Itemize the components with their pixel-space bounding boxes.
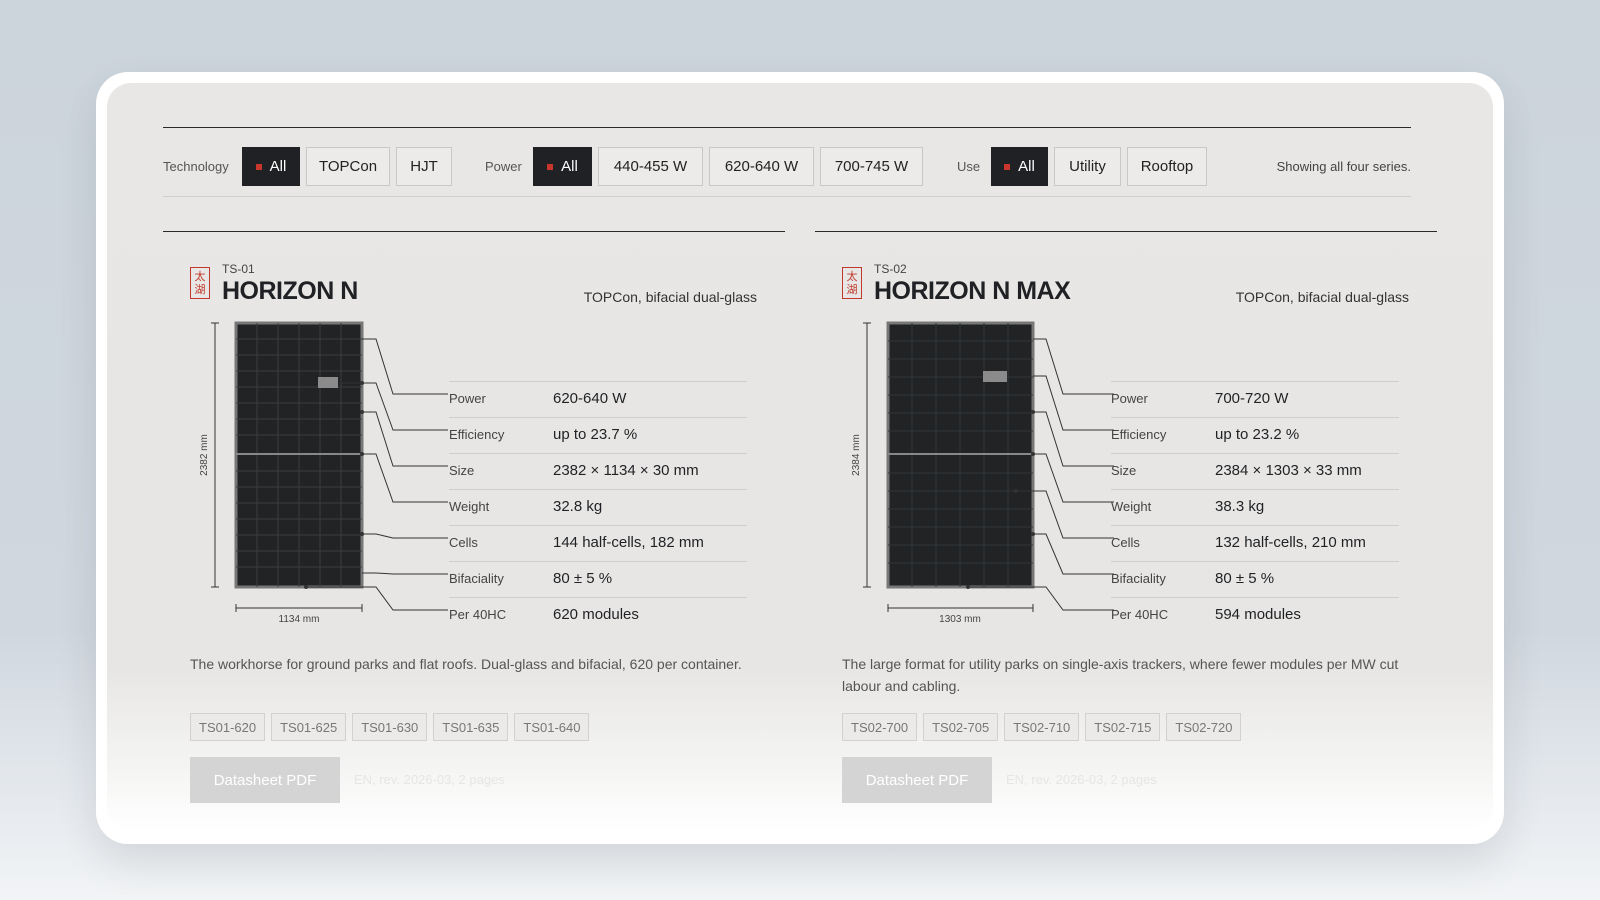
variant-chip[interactable]: TS01-620 [190,713,266,741]
spec-row-bifaciality: Bifaciality 80 ± 5 % [449,561,747,597]
spec-row-size: Size 2384 × 1303 × 33 mm [1111,453,1399,489]
product-card-ts02: 太湖 TS-02 HORIZON N MAX TOPCon, bifacial … [815,231,1437,821]
filter-use-utility[interactable]: Utility [1054,147,1121,186]
spec-row-weight: Weight 38.3 kg [1111,489,1399,525]
filter-technology-hjt[interactable]: HJT [396,147,452,186]
spec-row-efficiency: Efficiency up to 23.2 % [1111,417,1399,453]
filter-bar: Technology All TOPCon HJT Power All 440-… [163,147,1437,187]
height-dimension-label: 2384 mm [851,434,862,476]
filter-divider [163,196,1411,197]
spec-row-power: Power 700-720 W [1111,381,1399,417]
spec-row-size: Size 2382 × 1134 × 30 mm [449,453,747,489]
variant-chip[interactable]: TS01-630 [352,713,428,741]
spec-row-efficiency: Efficiency up to 23.7 % [449,417,747,453]
spec-row-cells: Cells 132 half-cells, 210 mm [1111,525,1399,561]
variant-list: TS01-620 TS01-625 TS01-630 TS01-635 TS01… [190,713,590,741]
datasheet-pdf-button[interactable]: Datasheet PDF [190,757,340,803]
product-technology: TOPCon, bifacial dual-glass [1235,289,1409,305]
card-rule [815,231,1437,232]
variant-chip[interactable]: TS02-720 [1166,713,1242,741]
product-description: The workhorse for ground parks and flat … [190,656,742,672]
product-code: TS-01 [222,262,255,276]
width-dimension-label: 1134 mm [279,614,320,625]
results-status: Showing all four series. [1276,159,1411,174]
spec-row-cells: Cells 144 half-cells, 182 mm [449,525,747,561]
filter-label-technology: Technology [163,159,229,174]
spec-row-per-40hc: Per 40HC 620 modules [449,597,747,633]
variant-chip[interactable]: TS02-715 [1085,713,1161,741]
filter-label-power: Power [485,159,522,174]
spec-row-bifaciality: Bifaciality 80 ± 5 % [1111,561,1399,597]
filter-power-all[interactable]: All [533,147,592,186]
product-catalog-page: Technology All TOPCon HJT Power All 440-… [107,83,1493,831]
variant-chip[interactable]: TS01-635 [433,713,509,741]
filter-use-rooftop[interactable]: Rooftop [1127,147,1207,186]
product-name: HORIZON N MAX [874,277,1071,305]
datasheet-meta: EN, rev. 2026-03, 2 pages [354,772,505,787]
variant-chip[interactable]: TS02-710 [1004,713,1080,741]
active-marker [1004,163,1011,170]
variant-chip[interactable]: TS01-640 [514,713,590,741]
filter-use-all[interactable]: All [991,147,1048,186]
card-rule [163,231,785,232]
seal-icon: 太湖 [842,267,862,299]
seal-icon: 太湖 [190,267,210,299]
variant-chip[interactable]: TS02-705 [923,713,999,741]
top-rule [163,127,1411,128]
product-code: TS-02 [874,262,907,276]
filter-power-700-745[interactable]: 700-745 W [820,147,923,186]
filter-power-440-455[interactable]: 440-455 W [598,147,703,186]
variant-list: TS02-700 TS02-705 TS02-710 TS02-715 TS02… [842,713,1242,741]
filter-technology-topcon[interactable]: TOPCon [306,147,390,186]
junction-box [983,371,1007,382]
height-dimension-label: 2382 mm [199,434,210,476]
spec-row-power: Power 620-640 W [449,381,747,417]
datasheet-pdf-button[interactable]: Datasheet PDF [842,757,992,803]
datasheet-meta: EN, rev. 2026-03, 2 pages [1006,772,1157,787]
filter-label-use: Use [957,159,981,174]
junction-box [318,377,338,388]
filter-technology-all[interactable]: All [242,147,300,186]
spec-row-weight: Weight 32.8 kg [449,489,747,525]
product-name: HORIZON N [222,277,358,305]
product-technology: TOPCon, bifacial dual-glass [583,289,757,305]
active-marker [547,163,554,170]
product-description: The large format for utility parks on si… [842,656,1399,694]
variant-chip[interactable]: TS02-700 [842,713,918,741]
active-marker [255,163,262,170]
filter-power-620-640[interactable]: 620-640 W [709,147,814,186]
spec-row-per-40hc: Per 40HC 594 modules [1111,597,1399,633]
width-dimension-label: 1303 mm [939,614,981,625]
variant-chip[interactable]: TS01-625 [271,713,347,741]
product-card-ts01: 太湖 TS-01 HORIZON N TOPCon, bifacial dual… [163,231,785,821]
